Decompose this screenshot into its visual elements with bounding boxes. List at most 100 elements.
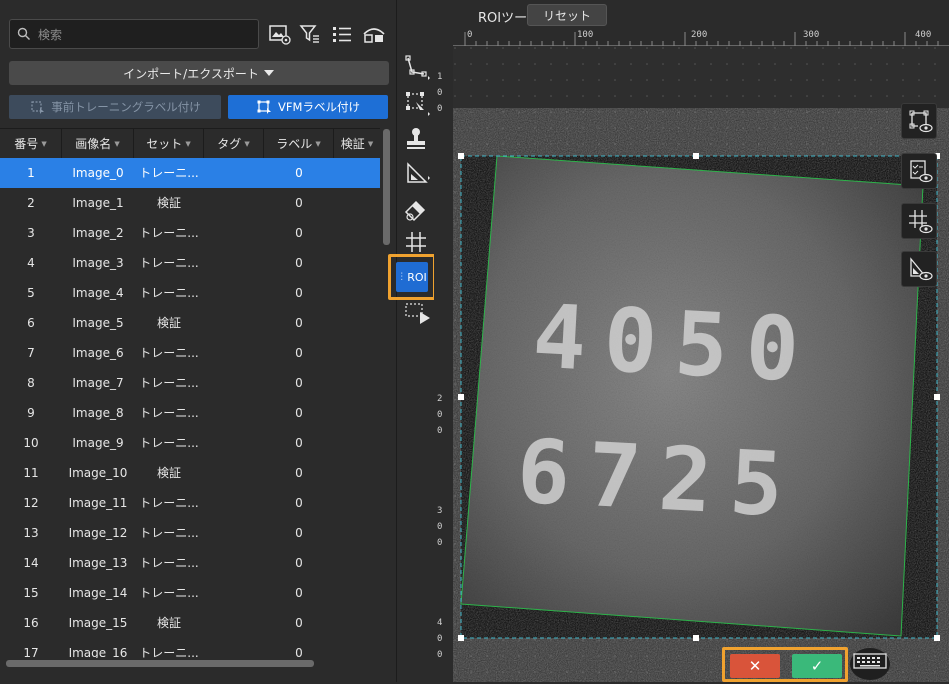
table-row[interactable]: 10 Image_9 トレーニ... 0 bbox=[0, 428, 380, 458]
table-row[interactable]: 14 Image_13 トレーニ... 0 bbox=[0, 548, 380, 578]
cell-name: Image_16 bbox=[68, 646, 128, 658]
ruler-label: 0 bbox=[437, 88, 443, 98]
cell-set: トレーニ... bbox=[139, 226, 199, 240]
cell-name: Image_13 bbox=[68, 556, 128, 570]
cell-no: 7 bbox=[27, 346, 35, 360]
search-input[interactable] bbox=[36, 24, 260, 46]
show-polygon-view-button[interactable] bbox=[901, 103, 937, 139]
ruler-label: 1 bbox=[437, 72, 443, 82]
cell-verify bbox=[334, 548, 380, 578]
stamp-tool-icon[interactable] bbox=[402, 124, 430, 152]
cell-tag bbox=[204, 638, 264, 658]
cell-tag bbox=[204, 338, 264, 368]
table-row[interactable]: 15 Image_14 トレーニ... 0 bbox=[0, 578, 380, 608]
table-row[interactable]: 3 Image_2 トレーニ... 0 bbox=[0, 218, 380, 248]
table-row[interactable]: 7 Image_6 トレーニ... 0 bbox=[0, 338, 380, 368]
column-header-tag[interactable]: タグ ▼ bbox=[204, 129, 264, 158]
cell-label: 0 bbox=[295, 646, 303, 658]
show-mask-view-button[interactable] bbox=[901, 251, 937, 287]
cell-verify bbox=[334, 368, 380, 398]
cell-set: 検証 bbox=[156, 466, 181, 480]
cell-set: トレーニ... bbox=[139, 406, 199, 420]
cell-name: Image_3 bbox=[72, 256, 124, 270]
eraser-tool-icon[interactable] bbox=[402, 196, 430, 224]
cell-tag bbox=[204, 428, 264, 458]
pretrain-label-button[interactable]: 事前トレーニングラベル付け bbox=[9, 95, 221, 119]
cell-verify bbox=[334, 278, 380, 308]
image-canvas[interactable]: 4050 6725 bbox=[453, 46, 949, 682]
roi-tool-button[interactable]: ⋮ ROI bbox=[396, 262, 428, 292]
column-header-verify[interactable]: 検証 ▼ bbox=[334, 129, 380, 158]
cell-label: 0 bbox=[295, 286, 303, 300]
cell-verify bbox=[334, 518, 380, 548]
table-row[interactable]: 11 Image_10 検証 0 bbox=[0, 458, 380, 488]
cell-no: 4 bbox=[27, 256, 35, 270]
grid-tool-icon[interactable] bbox=[402, 228, 430, 256]
cell-tag bbox=[204, 368, 264, 398]
table-row[interactable]: 4 Image_3 トレーニ... 0 bbox=[0, 248, 380, 278]
table-row[interactable]: 9 Image_8 トレーニ... 0 bbox=[0, 398, 380, 428]
cell-name: Image_6 bbox=[72, 346, 124, 360]
table-row[interactable]: 12 Image_11 トレーニ... 0 bbox=[0, 488, 380, 518]
cancel-roi-button[interactable]: ✕ bbox=[730, 654, 780, 678]
reset-button[interactable]: リセット bbox=[527, 4, 607, 26]
engraved-digits-line2: 6725 bbox=[514, 419, 804, 538]
cell-label: 0 bbox=[295, 166, 303, 180]
cell-tag bbox=[204, 518, 264, 548]
ruler-label: 3 bbox=[437, 506, 443, 516]
filter-icon[interactable] bbox=[298, 22, 322, 46]
list-view-icon[interactable] bbox=[330, 22, 354, 46]
vfm-label-button[interactable]: VFMラベル付け bbox=[228, 95, 388, 119]
cell-label: 0 bbox=[295, 586, 303, 600]
cell-set: トレーニ... bbox=[139, 646, 199, 658]
table-row[interactable]: 2 Image_1 検証 0 bbox=[0, 188, 380, 218]
cell-verify bbox=[334, 488, 380, 518]
mask-eye-icon bbox=[910, 257, 933, 281]
polygon-tool-icon[interactable] bbox=[402, 52, 430, 80]
cell-name: Image_2 bbox=[72, 226, 124, 240]
keyboard-shortcut-button[interactable] bbox=[850, 648, 890, 680]
import-export-button[interactable]: インポート/エクスポート bbox=[9, 61, 389, 85]
cell-verify bbox=[334, 458, 380, 488]
table-row[interactable]: 5 Image_4 トレーニ... 0 bbox=[0, 278, 380, 308]
pretrain-label-text: 事前トレーニングラベル付け bbox=[51, 100, 201, 114]
cell-label: 0 bbox=[295, 496, 303, 510]
horizontal-ruler: 0 100 200 300 400 bbox=[453, 30, 949, 46]
table-row[interactable]: 17 Image_16 トレーニ... 0 bbox=[0, 638, 380, 658]
ruler-label: 200 bbox=[691, 30, 708, 40]
column-header-label[interactable]: ラベル ▼ bbox=[264, 129, 334, 158]
show-grid-view-button[interactable] bbox=[901, 203, 937, 239]
ruler-label: 0 bbox=[437, 104, 443, 114]
show-checklist-view-button[interactable] bbox=[901, 153, 937, 189]
column-header-set[interactable]: セット ▼ bbox=[134, 129, 204, 158]
table-row[interactable]: 13 Image_12 トレーニ... 0 bbox=[0, 518, 380, 548]
import-export-label: インポート/エクスポート bbox=[123, 66, 259, 81]
ruler-label: 0 bbox=[437, 634, 443, 644]
ruler-label: 4 bbox=[437, 618, 443, 628]
cell-no: 6 bbox=[27, 316, 35, 330]
layout-toggle-icon[interactable] bbox=[362, 22, 386, 46]
image-settings-icon[interactable] bbox=[268, 22, 292, 46]
confirm-roi-button[interactable]: ✓ bbox=[792, 654, 842, 678]
cell-no: 12 bbox=[23, 496, 39, 510]
table-vertical-scrollbar[interactable] bbox=[383, 129, 390, 245]
table-row[interactable]: 8 Image_7 トレーニ... 0 bbox=[0, 368, 380, 398]
table-row[interactable]: 16 Image_15 検証 0 bbox=[0, 608, 380, 638]
search-box[interactable] bbox=[9, 19, 260, 49]
ruler-label: 300 bbox=[803, 30, 820, 40]
roi-play-tool-icon[interactable] bbox=[402, 298, 430, 326]
cell-no: 3 bbox=[27, 226, 35, 240]
keyboard-icon bbox=[853, 653, 887, 669]
ruler-label: 0 bbox=[437, 650, 443, 660]
cell-tag bbox=[204, 188, 264, 218]
column-header-image-name[interactable]: 画像名 ▼ bbox=[62, 129, 134, 158]
table-row[interactable]: 6 Image_5 検証 0 bbox=[0, 308, 380, 338]
column-header-number[interactable]: 番号 ▼ bbox=[0, 129, 62, 158]
table-horizontal-scrollbar[interactable] bbox=[6, 660, 314, 667]
mask-tool-icon[interactable] bbox=[402, 160, 430, 188]
cell-verify bbox=[334, 578, 380, 608]
table-row[interactable]: 1 Image_0 トレーニ... 0 bbox=[0, 158, 380, 188]
cell-set: トレーニ... bbox=[139, 526, 199, 540]
cell-tag bbox=[204, 248, 264, 278]
rectangle-tool-icon[interactable] bbox=[402, 88, 430, 116]
